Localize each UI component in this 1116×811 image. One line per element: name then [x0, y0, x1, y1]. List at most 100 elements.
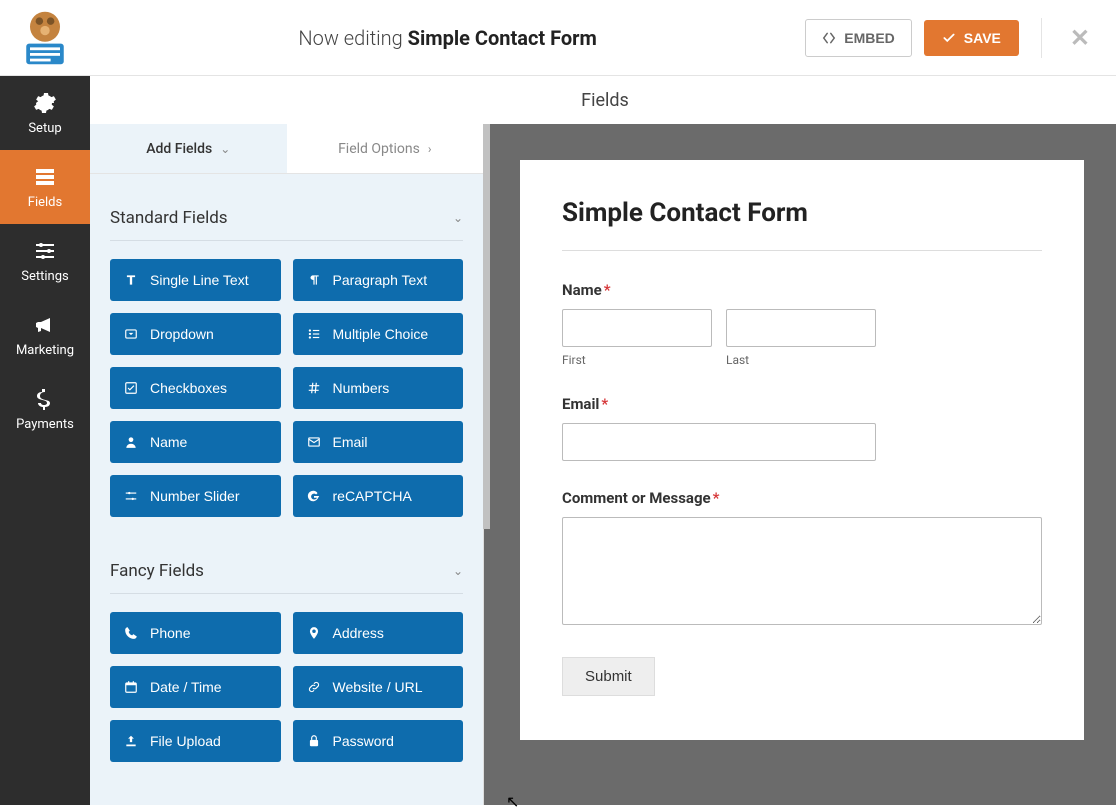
field-file-upload[interactable]: File Upload: [110, 720, 281, 762]
chevron-down-icon: ⌄: [453, 564, 463, 578]
comment-textarea[interactable]: [562, 517, 1042, 625]
field-phone[interactable]: Phone: [110, 612, 281, 654]
tab-add-fields[interactable]: Add Fields ⌄: [90, 124, 287, 173]
required-indicator: *: [601, 395, 608, 413]
nav-payments-label: Payments: [16, 417, 74, 432]
chevron-down-icon: ⌄: [220, 142, 230, 156]
nav-settings-label: Settings: [21, 269, 68, 284]
top-actions: EMBED SAVE ✕: [805, 18, 1096, 58]
field-multiple-choice[interactable]: Multiple Choice: [293, 313, 464, 355]
field-label: Password: [333, 733, 394, 749]
form-icon: [33, 165, 57, 189]
submit-button[interactable]: Submit: [562, 657, 655, 696]
subheader: Fields: [90, 76, 1116, 124]
first-name-input[interactable]: [562, 309, 712, 347]
field-label: Single Line Text: [150, 272, 249, 288]
field-label: Name: [150, 434, 187, 450]
last-sublabel: Last: [726, 353, 876, 367]
upload-icon: [124, 734, 138, 748]
required-indicator: *: [713, 489, 720, 507]
google-icon: [307, 489, 321, 503]
sliders-icon: [33, 239, 57, 263]
chevron-down-icon: ⌄: [453, 211, 463, 225]
field-label: Website / URL: [333, 679, 423, 695]
save-button[interactable]: SAVE: [924, 20, 1019, 56]
field-paragraph-text[interactable]: Paragraph Text: [293, 259, 464, 301]
nav-setup[interactable]: Setup: [0, 76, 90, 150]
field-email-preview[interactable]: Email*: [562, 395, 1042, 461]
field-label: Multiple Choice: [333, 326, 429, 342]
field-label: Phone: [150, 625, 190, 641]
save-label: SAVE: [964, 30, 1001, 46]
field-checkboxes[interactable]: Checkboxes: [110, 367, 281, 409]
caret-down-icon: [124, 327, 138, 341]
field-label: Numbers: [333, 380, 390, 396]
section-fancy-title: Fancy Fields: [110, 561, 204, 581]
field-panel: Add Fields ⌄ Field Options › Standard Fi…: [90, 124, 484, 805]
link-icon: [307, 680, 321, 694]
lock-icon: [307, 734, 321, 748]
nav-marketing-label: Marketing: [16, 343, 74, 358]
field-dropdown[interactable]: Dropdown: [110, 313, 281, 355]
field-label: Dropdown: [150, 326, 214, 342]
nav-payments[interactable]: Payments: [0, 372, 90, 446]
field-address[interactable]: Address: [293, 612, 464, 654]
nav-fields-label: Fields: [28, 195, 62, 210]
top-bar: Now editing Simple Contact Form EMBED SA…: [0, 0, 1116, 76]
field-name-preview[interactable]: Name* First Last: [562, 281, 1042, 367]
field-label: Paragraph Text: [333, 272, 428, 288]
field-single-line-text[interactable]: Single Line Text: [110, 259, 281, 301]
email-input[interactable]: [562, 423, 876, 461]
field-email[interactable]: Email: [293, 421, 464, 463]
required-indicator: *: [604, 281, 611, 299]
field-label: reCAPTCHA: [333, 488, 412, 504]
tab-add-fields-label: Add Fields: [146, 141, 212, 157]
submit-label: Submit: [585, 668, 632, 685]
form-preview: Simple Contact Form Name* First: [520, 160, 1084, 740]
section-standard-fields[interactable]: Standard Fields ⌄: [110, 194, 463, 241]
subheader-label: Fields: [581, 90, 629, 111]
dollar-icon: [33, 387, 57, 411]
field-name[interactable]: Name: [110, 421, 281, 463]
panel-tabs: Add Fields ⌄ Field Options ›: [90, 124, 483, 174]
tab-field-options-label: Field Options: [338, 141, 420, 157]
envelope-icon: [307, 435, 321, 449]
list-icon: [307, 327, 321, 341]
code-icon: [822, 31, 836, 45]
field-recaptcha[interactable]: reCAPTCHA: [293, 475, 464, 517]
field-comment-preview[interactable]: Comment or Message*: [562, 489, 1042, 629]
nav-settings[interactable]: Settings: [0, 224, 90, 298]
field-password[interactable]: Password: [293, 720, 464, 762]
field-date-time[interactable]: Date / Time: [110, 666, 281, 708]
chevron-right-icon: ›: [428, 142, 432, 156]
left-nav: Setup Fields Settings Marketing Payments: [0, 76, 90, 805]
field-label: Email: [333, 434, 368, 450]
field-website-url[interactable]: Website / URL: [293, 666, 464, 708]
wpforms-logo-icon: [15, 8, 75, 68]
embed-button[interactable]: EMBED: [805, 19, 912, 57]
field-label: Date / Time: [150, 679, 222, 695]
last-name-input[interactable]: [726, 309, 876, 347]
first-sublabel: First: [562, 353, 712, 367]
field-label: Checkboxes: [150, 380, 227, 396]
close-button[interactable]: ✕: [1064, 24, 1096, 52]
field-panel-scrollbar[interactable]: [483, 124, 490, 529]
section-fancy-fields[interactable]: Fancy Fields ⌄: [110, 547, 463, 594]
email-label: Email*: [562, 395, 1042, 413]
calendar-icon: [124, 680, 138, 694]
nav-fields[interactable]: Fields: [0, 150, 90, 224]
user-icon: [124, 435, 138, 449]
tab-field-options[interactable]: Field Options ›: [287, 124, 484, 173]
app-logo: [0, 0, 90, 76]
form-preview-title: Simple Contact Form: [562, 198, 1042, 251]
map-pin-icon: [307, 626, 321, 640]
hash-icon: [307, 381, 321, 395]
field-number-slider[interactable]: Number Slider: [110, 475, 281, 517]
sliders-icon: [124, 489, 138, 503]
bullhorn-icon: [33, 313, 57, 337]
section-standard-title: Standard Fields: [110, 208, 228, 228]
editing-title: Now editing Simple Contact Form: [90, 26, 805, 50]
check-square-icon: [124, 381, 138, 395]
nav-marketing[interactable]: Marketing: [0, 298, 90, 372]
field-numbers[interactable]: Numbers: [293, 367, 464, 409]
